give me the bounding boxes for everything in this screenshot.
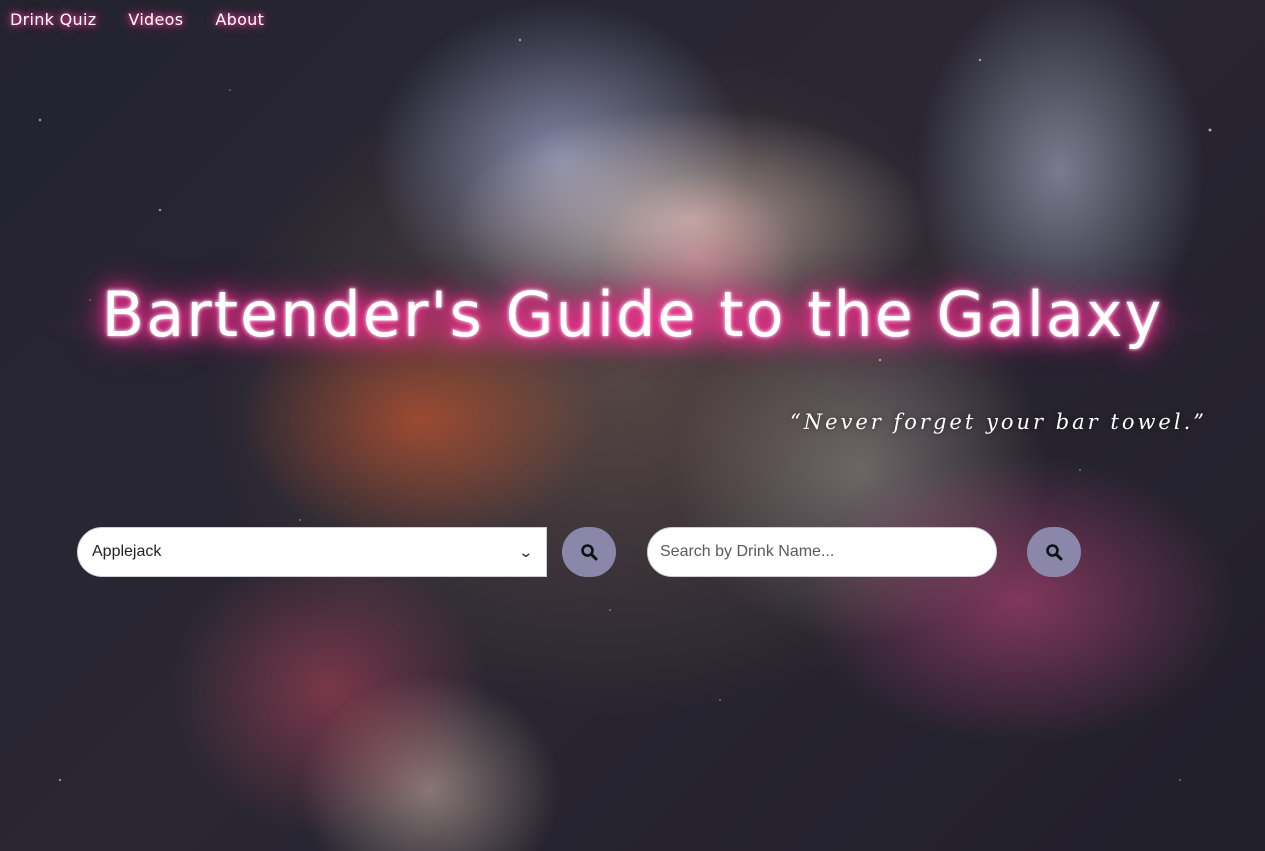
ingredient-select[interactable]: Applejack ⌄ bbox=[77, 527, 547, 577]
search-row: Applejack ⌄ bbox=[77, 527, 1087, 577]
search-icon bbox=[1046, 544, 1063, 561]
ingredient-select-value: Applejack bbox=[92, 543, 162, 560]
ingredient-search-button[interactable] bbox=[562, 527, 616, 577]
site-title: Bartender's Guide to the Galaxy bbox=[101, 278, 1164, 351]
drink-name-search-input[interactable] bbox=[647, 527, 997, 577]
tagline: “Never forget your bar towel.” bbox=[789, 410, 1207, 434]
nav-about[interactable]: About bbox=[215, 10, 264, 29]
nav-videos[interactable]: Videos bbox=[128, 10, 183, 29]
galaxy-background: Drink Quiz Videos About Bartender's Guid… bbox=[0, 0, 1265, 851]
search-icon bbox=[581, 544, 598, 561]
top-nav: Drink Quiz Videos About bbox=[10, 10, 264, 29]
nav-drink-quiz[interactable]: Drink Quiz bbox=[10, 10, 96, 29]
drink-name-search-button[interactable] bbox=[1027, 527, 1081, 577]
chevron-down-icon: ⌄ bbox=[518, 543, 534, 560]
